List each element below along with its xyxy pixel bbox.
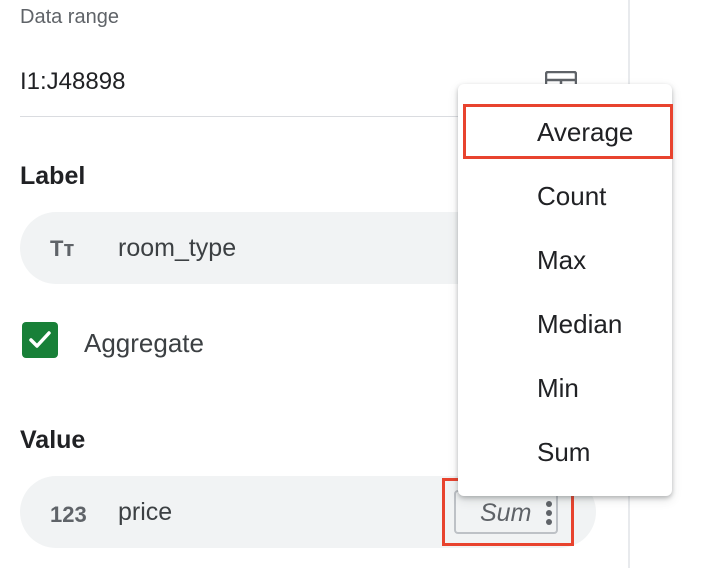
label-section-title: Label bbox=[20, 162, 86, 190]
menu-item-label: Sum bbox=[537, 437, 591, 467]
data-range-label: Data range bbox=[20, 6, 119, 28]
menu-item-sum[interactable]: Sum bbox=[458, 424, 672, 480]
aggregate-label: Aggregate bbox=[84, 328, 204, 358]
menu-item-label: Min bbox=[537, 373, 579, 403]
menu-item-label: Median bbox=[537, 309, 623, 339]
number-type-icon: 123 bbox=[50, 502, 87, 527]
menu-item-min[interactable]: Min bbox=[458, 360, 672, 416]
data-range-input[interactable]: I1:J48898 bbox=[20, 68, 125, 96]
menu-item-median[interactable]: Median bbox=[458, 296, 672, 352]
aggregate-checkbox[interactable] bbox=[22, 322, 58, 358]
value-field-name: price bbox=[118, 498, 173, 526]
text-type-icon: Tт bbox=[50, 236, 75, 261]
menu-item-label: Count bbox=[537, 181, 607, 211]
label-field-name: room_type bbox=[118, 234, 237, 262]
menu-item-label: Max bbox=[537, 245, 587, 275]
average-highlight-box bbox=[463, 104, 673, 159]
menu-item-max[interactable]: Max bbox=[458, 232, 672, 288]
check-icon bbox=[29, 331, 51, 348]
value-section-title: Value bbox=[20, 426, 86, 454]
menu-item-count[interactable]: Count bbox=[458, 168, 672, 224]
